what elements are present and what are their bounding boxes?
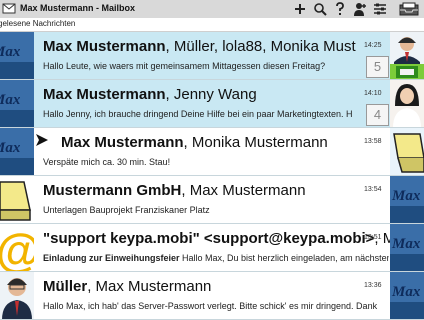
message-time: 13:51 — [364, 234, 382, 241]
message-row[interactable]: Max Max Mustermann, Monika Mustermann 13… — [0, 128, 424, 176]
message-preview: Verspäte mich ca. 30 min. Stau! — [43, 157, 389, 167]
message-from: Max Mustermann, Müller, lola88, Monika M… — [43, 38, 356, 55]
participant-avatar — [390, 32, 424, 80]
from-primary: Müller — [43, 278, 88, 295]
message-preview: Hallo Leute, wie waers mit gemeinsamem M… — [43, 61, 389, 71]
message-time: 13:58 — [364, 138, 382, 145]
message-preview: Unterlagen Bauprojekt Franziskaner Platz — [43, 205, 389, 215]
participant-avatar: Max — [390, 176, 424, 224]
message-time: 14:25 — [364, 42, 382, 49]
preview-subject: Einladung zur Einweihungsfeier — [43, 253, 180, 263]
message-row[interactable]: Müller, Max Mustermann 13:36 Hallo Max, … — [0, 272, 424, 320]
sender-avatar: @ — [0, 224, 34, 272]
sender-avatar: Max — [0, 128, 34, 176]
participant-avatar — [390, 128, 424, 176]
mailbox-app-icon[interactable] — [2, 2, 16, 15]
help-icon[interactable] — [332, 1, 348, 17]
message-row[interactable]: Max Max Mustermann, Jenny Wang 14:10 4 H… — [0, 80, 424, 128]
sent-arrow-icon — [36, 134, 48, 146]
from-others: , Max Mustermann — [181, 182, 306, 199]
from-primary: Mustermann GmbH — [43, 182, 182, 199]
window-title: Max Mustermann - Mailbox — [20, 3, 136, 13]
message-time: 13:36 — [364, 282, 382, 289]
message-from: "support keypa.mobi" <support@keypa.mobi… — [43, 230, 411, 247]
from-others: , Monika Mustermann — [183, 134, 328, 151]
add-icon[interactable] — [292, 1, 308, 17]
message-row[interactable]: Max Max Mustermann, Müller, lola88, Moni… — [0, 32, 424, 80]
participant-avatar: Max — [390, 224, 424, 272]
from-primary: Max Mustermann — [43, 86, 166, 103]
sender-avatar — [0, 272, 34, 320]
inbox-icon[interactable] — [398, 1, 420, 17]
preview-text: Hallo Jenny, ich brauche dringend Deine … — [43, 109, 353, 119]
preview-text: Unterlagen Bauprojekt Franziskaner Platz — [43, 205, 210, 215]
preview-text: Verspäte mich ca. 30 min. Stau! — [43, 157, 171, 167]
svg-text:@: @ — [0, 224, 34, 272]
message-from: Max Mustermann, Monika Mustermann — [61, 134, 328, 151]
title-bar: Max Mustermann - Mailbox — [0, 0, 424, 19]
message-time: 13:54 — [364, 186, 382, 193]
sender-avatar: Max — [0, 32, 34, 80]
preview-text: Hallo Max, Du bist herzlich eingeladen, … — [179, 253, 389, 263]
message-from: Max Mustermann, Jenny Wang — [43, 86, 257, 103]
message-row[interactable]: Mustermann GmbH, Max Mustermann 13:54 Un… — [0, 176, 424, 224]
preview-text: Hallo Leute, wie waers mit gemeinsamem M… — [43, 61, 326, 71]
sender-avatar — [0, 176, 34, 224]
message-preview: Hallo Jenny, ich brauche dringend Deine … — [43, 109, 389, 119]
settings-icon[interactable] — [372, 1, 388, 17]
from-primary: Max Mustermann — [61, 134, 184, 151]
from-others: , Max Mustermann — [87, 278, 212, 295]
message-from: Mustermann GmbH, Max Mustermann — [43, 182, 306, 199]
from-primary: "support keypa.mobi" <support@keypa.mobi… — [43, 230, 375, 247]
message-time: 14:10 — [364, 90, 382, 97]
from-others: , Jenny Wang — [165, 86, 257, 103]
participant-avatar: Max — [390, 272, 424, 320]
search-icon[interactable] — [312, 1, 328, 17]
filter-bar[interactable]: gelesene Nachrichten — [0, 18, 424, 32]
contacts-icon[interactable] — [352, 1, 368, 17]
message-from: Müller, Max Mustermann — [43, 278, 211, 295]
message-preview: Einladung zur Einweihungsfeier Hallo Max… — [43, 253, 389, 263]
participant-avatar — [390, 80, 424, 128]
from-primary: Max Mustermann — [43, 38, 166, 55]
preview-text: Hallo Max, ich hab' das Server-Passwort … — [43, 301, 378, 311]
filter-label: gelesene Nachrichten — [0, 19, 76, 28]
message-row[interactable]: @ "support keypa.mobi" <support@keypa.mo… — [0, 224, 424, 272]
from-others: , Müller, lola88, Monika Must — [165, 38, 356, 55]
sender-avatar: Max — [0, 80, 34, 128]
message-preview: Hallo Max, ich hab' das Server-Passwort … — [43, 301, 389, 311]
